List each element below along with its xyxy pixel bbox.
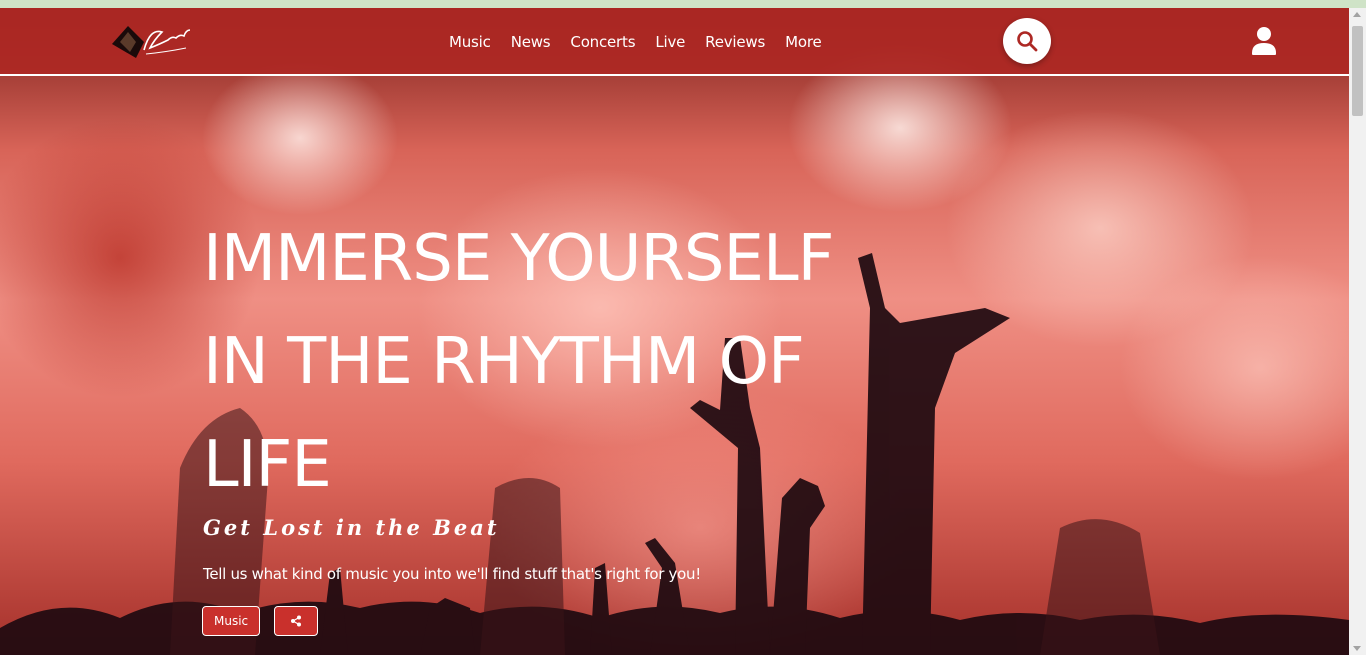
hero-title-line-2: IN THE RHYTHM OF xyxy=(203,325,805,399)
music-button[interactable]: Music xyxy=(202,606,261,636)
nav-link-concerts[interactable]: Concerts xyxy=(570,33,635,51)
nav-link-reviews[interactable]: Reviews xyxy=(705,33,765,51)
share-button[interactable] xyxy=(274,606,319,636)
scroll-down-arrow-icon[interactable] xyxy=(1353,646,1361,651)
hero-title-line-3: LIFE xyxy=(203,428,332,502)
search-icon xyxy=(1017,31,1038,52)
top-navbar: Music News Concerts Live Reviews More xyxy=(0,8,1349,76)
nav-link-news[interactable]: News xyxy=(511,33,551,51)
scroll-up-arrow-icon[interactable] xyxy=(1353,12,1361,17)
browser-top-strip xyxy=(0,0,1366,8)
scrollbar-thumb[interactable] xyxy=(1352,26,1363,116)
search-button[interactable] xyxy=(1003,18,1051,64)
share-icon xyxy=(291,615,302,627)
hero-description: Tell us what kind of music you into we'l… xyxy=(203,565,701,583)
nav-link-music[interactable]: Music xyxy=(449,33,491,51)
main-nav-links: Music News Concerts Live Reviews More xyxy=(449,33,842,51)
brand-logo-icon[interactable] xyxy=(110,22,194,62)
hero-actions: Music xyxy=(202,606,319,636)
nav-link-live[interactable]: Live xyxy=(655,33,685,51)
hero-tagline: Get Lost in the Beat xyxy=(203,515,500,540)
user-icon xyxy=(1252,27,1276,55)
nav-link-more[interactable]: More xyxy=(785,33,822,51)
hero-title-line-1: IMMERSE YOURSELF xyxy=(203,222,834,296)
user-account-button[interactable] xyxy=(1249,25,1279,57)
vertical-scrollbar[interactable] xyxy=(1349,8,1366,655)
hero-title: IMMERSE YOURSELF IN THE RHYTHM OF LIFE xyxy=(203,208,883,517)
